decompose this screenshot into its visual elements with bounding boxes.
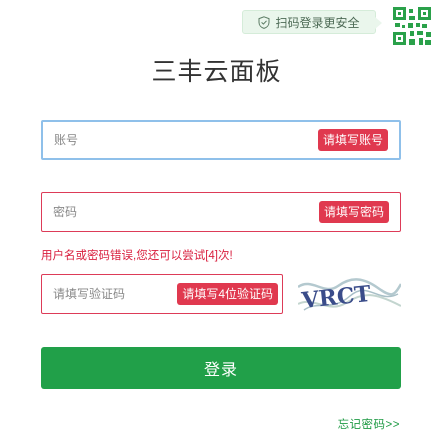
account-field-wrapper: 请填写账号 — [41, 120, 401, 160]
forgot-password-link[interactable]: 忘记密码>> — [338, 416, 400, 432]
login-button[interactable]: 登录 — [41, 347, 401, 389]
scan-login-hint-text: 扫码登录更安全 — [275, 15, 360, 30]
login-error-message: 用户名或密码错误,您还可以尝试[4]次! — [41, 250, 233, 262]
qr-code-icon[interactable] — [392, 6, 432, 46]
password-field-wrapper: 请填写密码 — [41, 192, 401, 232]
page-title: 三丰云面板 — [151, 58, 282, 86]
captcha-image[interactable]: VRCT — [298, 274, 401, 316]
captcha-error-tip: 请填写4位验证码 — [177, 283, 278, 305]
shield-check-icon — [258, 15, 270, 29]
password-error-tip: 请填写密码 — [318, 201, 389, 223]
scan-login-hint: 扫码登录更安全 — [242, 10, 382, 34]
captcha-field-wrapper: 请填写4位验证码 — [41, 274, 283, 314]
account-error-tip: 请填写账号 — [317, 129, 388, 151]
